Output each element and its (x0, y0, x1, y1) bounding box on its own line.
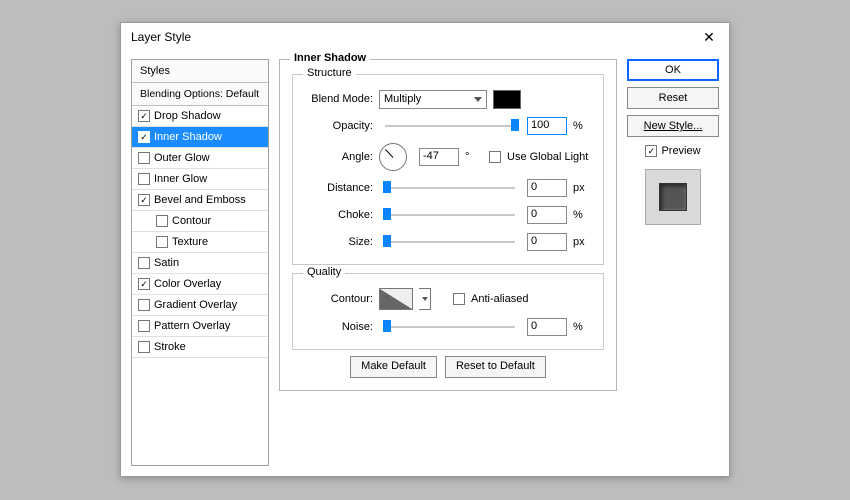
style-checkbox[interactable] (156, 236, 168, 248)
size-label: Size: (303, 236, 373, 248)
style-item-drop-shadow[interactable]: Drop Shadow (132, 106, 268, 127)
preview-checkbox[interactable] (645, 145, 657, 157)
style-label: Bevel and Emboss (154, 194, 246, 206)
noise-unit: % (573, 321, 591, 333)
contour-picker[interactable] (379, 288, 413, 310)
reset-button[interactable]: Reset (627, 87, 719, 109)
opacity-unit: % (573, 120, 591, 132)
distance-input[interactable]: 0 (527, 179, 567, 197)
style-item-satin[interactable]: Satin (132, 253, 268, 274)
titlebar: Layer Style ✕ (121, 23, 729, 51)
choke-input[interactable]: 0 (527, 206, 567, 224)
noise-input[interactable]: 0 (527, 318, 567, 336)
ok-button[interactable]: OK (627, 59, 719, 81)
angle-label: Angle: (303, 151, 373, 163)
layer-style-dialog: Layer Style ✕ Styles Blending Options: D… (120, 22, 730, 477)
style-item-inner-shadow[interactable]: Inner Shadow (132, 127, 268, 148)
panel-title: Inner Shadow (290, 52, 370, 64)
window-title: Layer Style (131, 30, 191, 44)
inner-shadow-group: Inner Shadow Structure Blend Mode: Multi… (279, 59, 617, 391)
style-item-color-overlay[interactable]: Color Overlay (132, 274, 268, 295)
shadow-color-swatch[interactable] (493, 90, 521, 109)
style-checkbox[interactable] (156, 215, 168, 227)
structure-group: Structure Blend Mode: Multiply Opacity: … (292, 74, 604, 265)
style-label: Contour (172, 215, 211, 227)
style-label: Texture (172, 236, 208, 248)
choke-unit: % (573, 209, 591, 221)
blend-mode-label: Blend Mode: (303, 93, 373, 105)
quality-title: Quality (303, 266, 345, 278)
new-style-button[interactable]: New Style... (627, 115, 719, 137)
blend-mode-value: Multiply (384, 93, 421, 105)
style-item-contour[interactable]: Contour (132, 211, 268, 232)
settings-panel: Inner Shadow Structure Blend Mode: Multi… (279, 59, 617, 466)
style-label: Gradient Overlay (154, 299, 237, 311)
style-item-stroke[interactable]: Stroke (132, 337, 268, 358)
distance-unit: px (573, 182, 591, 194)
close-button[interactable]: ✕ (689, 23, 729, 51)
style-item-texture[interactable]: Texture (132, 232, 268, 253)
style-item-pattern-overlay[interactable]: Pattern Overlay (132, 316, 268, 337)
noise-slider[interactable] (385, 326, 515, 328)
style-label: Color Overlay (154, 278, 221, 290)
style-checkbox[interactable] (138, 320, 150, 332)
style-checkbox[interactable] (138, 173, 150, 185)
style-checkbox[interactable] (138, 299, 150, 311)
angle-unit: ° (465, 151, 483, 163)
style-label: Satin (154, 257, 179, 269)
blending-options-item[interactable]: Blending Options: Default (132, 83, 268, 106)
quality-group: Quality Contour: Anti-aliased Noise: 0 % (292, 273, 604, 350)
style-checkbox[interactable] (138, 194, 150, 206)
style-checkbox[interactable] (138, 110, 150, 122)
blend-mode-select[interactable]: Multiply (379, 90, 487, 109)
styles-list: Drop Shadow Inner Shadow Outer Glow Inner G… (132, 106, 268, 358)
size-slider[interactable] (385, 241, 515, 243)
noise-label: Noise: (303, 321, 373, 333)
angle-dial[interactable] (379, 143, 407, 171)
styles-header[interactable]: Styles (132, 60, 268, 83)
style-label: Outer Glow (154, 152, 210, 164)
dialog-body: Styles Blending Options: Default Drop Sh… (121, 51, 729, 476)
structure-title: Structure (303, 67, 356, 79)
reset-to-default-button[interactable]: Reset to Default (445, 356, 546, 378)
style-checkbox[interactable] (138, 257, 150, 269)
angle-input[interactable]: -47 (419, 148, 459, 166)
close-icon: ✕ (703, 29, 715, 46)
distance-slider[interactable] (385, 187, 515, 189)
style-item-outer-glow[interactable]: Outer Glow (132, 148, 268, 169)
preview-swatch (659, 183, 687, 211)
use-global-light-checkbox[interactable] (489, 151, 501, 163)
contour-dropdown[interactable] (419, 288, 431, 310)
antialiased-checkbox[interactable] (453, 293, 465, 305)
style-checkbox[interactable] (138, 278, 150, 290)
choke-label: Choke: (303, 209, 373, 221)
preview-label: Preview (661, 145, 700, 157)
choke-slider[interactable] (385, 214, 515, 216)
size-input[interactable]: 0 (527, 233, 567, 251)
opacity-slider[interactable] (385, 125, 515, 127)
style-label: Stroke (154, 341, 186, 353)
style-item-inner-glow[interactable]: Inner Glow (132, 169, 268, 190)
style-checkbox[interactable] (138, 341, 150, 353)
style-checkbox[interactable] (138, 131, 150, 143)
style-label: Inner Glow (154, 173, 207, 185)
styles-panel: Styles Blending Options: Default Drop Sh… (131, 59, 269, 466)
opacity-input[interactable]: 100 (527, 117, 567, 135)
distance-label: Distance: (303, 182, 373, 194)
preview-thumbnail (645, 169, 701, 225)
style-item-gradient-overlay[interactable]: Gradient Overlay (132, 295, 268, 316)
size-unit: px (573, 236, 591, 248)
style-label: Pattern Overlay (154, 320, 230, 332)
opacity-label: Opacity: (303, 120, 373, 132)
style-label: Drop Shadow (154, 110, 221, 122)
style-label: Inner Shadow (154, 131, 222, 143)
use-global-light-label: Use Global Light (507, 151, 588, 163)
make-default-button[interactable]: Make Default (350, 356, 437, 378)
contour-label: Contour: (303, 293, 373, 305)
style-item-bevel-and-emboss[interactable]: Bevel and Emboss (132, 190, 268, 211)
right-panel: OK Reset New Style... Preview (627, 59, 719, 466)
antialiased-label: Anti-aliased (471, 293, 528, 305)
style-checkbox[interactable] (138, 152, 150, 164)
